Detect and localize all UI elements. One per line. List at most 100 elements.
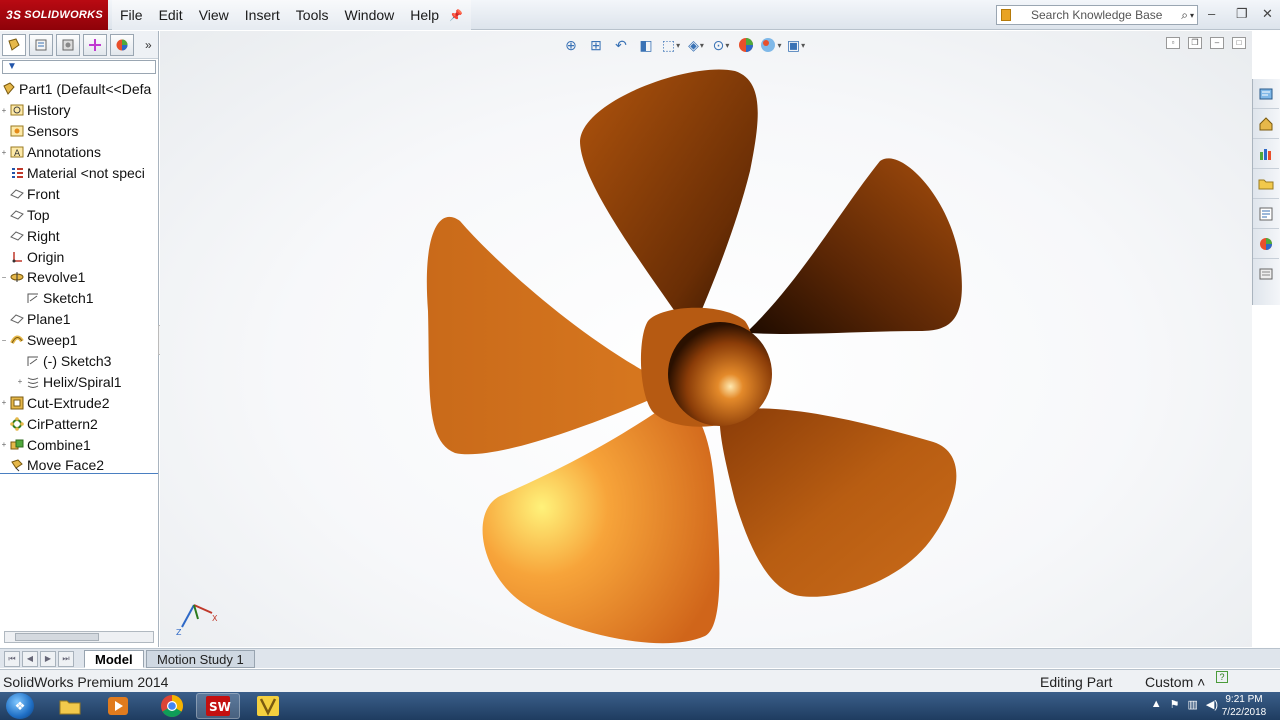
tree-node-sketch1[interactable]: Sketch1 (0, 288, 158, 309)
tree-node-origin[interactable]: Origin (0, 246, 158, 267)
clock-time: 9:21 PM (1225, 694, 1263, 705)
design-library-icon[interactable] (1253, 139, 1279, 169)
tree-node-helix-spiral1[interactable]: + Helix/Spiral1 (0, 371, 158, 392)
chrome-taskbar-icon[interactable] (150, 693, 194, 719)
dimxpert-tab[interactable] (83, 33, 107, 56)
cut-extrude-icon (10, 396, 24, 410)
combine-icon (10, 438, 24, 452)
expand-toggle[interactable]: + (0, 148, 8, 157)
propertymanager-tab[interactable] (29, 33, 53, 56)
display-manager-tab[interactable] (110, 33, 134, 56)
menu-tools[interactable]: Tools (288, 0, 337, 30)
menu-edit[interactable]: Edit (151, 0, 191, 30)
expand-toggle[interactable]: − (0, 273, 8, 282)
unit-system-selector[interactable]: Custom ˄ (1145, 674, 1205, 690)
tree-node-material[interactable]: Material <not speci (0, 163, 158, 184)
pin-icon[interactable]: 📌 (449, 9, 463, 22)
media-player-taskbar-icon[interactable] (96, 693, 140, 719)
solidworks-taskbar-icon[interactable]: SW (196, 693, 240, 719)
file-explorer-icon[interactable] (1253, 169, 1279, 199)
tab-motion-study-1[interactable]: Motion Study 1 (146, 650, 255, 668)
tree-node-label: Right (27, 227, 60, 244)
first-tab-arrow-icon[interactable]: ⏮ (4, 651, 20, 667)
propeller-model[interactable] (160, 31, 1252, 647)
menu-window[interactable]: Window (336, 0, 402, 30)
start-button[interactable]: ❖ (6, 693, 34, 719)
next-tab-arrow-icon[interactable]: ▶ (40, 651, 56, 667)
show-hidden-icons-icon[interactable]: ▲ (1151, 698, 1162, 711)
blade-upper-right[interactable] (748, 158, 962, 334)
action-center-flag-icon[interactable]: ⚑ (1170, 698, 1180, 711)
plane-icon (10, 229, 24, 243)
expand-toggle[interactable]: + (0, 398, 8, 407)
menu-bar: File Edit View Insert Tools Window Help … (112, 0, 471, 30)
solidworks-logo[interactable]: 3S SOLIDWORKS (0, 0, 108, 30)
hub-spinner[interactable] (668, 322, 772, 426)
chevron-down-icon[interactable]: ▾ (1190, 11, 1194, 20)
windows-taskbar: ❖ SW ▲ ⚑ ▥ ◀) 9:21 PM 7/22/2018 (0, 692, 1280, 720)
tree-filter[interactable]: ▼ (2, 60, 156, 74)
expand-toggle[interactable]: + (0, 440, 8, 449)
tree-node-sketch3[interactable]: (-) Sketch3 (0, 351, 158, 372)
last-tab-arrow-icon[interactable]: ⏭ (58, 651, 74, 667)
tree-node-sweep1[interactable]: − Sweep1 (0, 330, 158, 351)
featuremanager-tab[interactable] (2, 33, 26, 56)
close-icon[interactable]: ✕ (1262, 6, 1273, 22)
plane-icon (10, 187, 24, 201)
expand-toggle[interactable]: + (16, 377, 24, 386)
appearances-icon[interactable] (1253, 229, 1279, 259)
network-icon[interactable]: ▥ (1187, 698, 1197, 711)
menu-view[interactable]: View (191, 0, 237, 30)
volume-icon[interactable]: ◀) (1206, 698, 1218, 711)
search-input[interactable]: Search Knowledge Base (1017, 8, 1181, 22)
tree-node-front[interactable]: Front (0, 183, 158, 204)
tree-node-history[interactable]: + History (0, 100, 158, 121)
home-icon[interactable] (1253, 109, 1279, 139)
status-bar: SolidWorks Premium 2014 Editing Part Cus… (0, 669, 1280, 692)
tree-node-sensors[interactable]: Sensors (0, 121, 158, 142)
view-palette-icon[interactable] (1253, 199, 1279, 229)
tree-node-revolve1[interactable]: − Revolve1 (0, 267, 158, 288)
tree-node-label: CirPattern2 (27, 415, 98, 432)
blade-upper[interactable] (580, 69, 758, 333)
tree-node-combine1[interactable]: + Combine1 (0, 434, 158, 455)
tree-node-part1[interactable]: Part1 (Default<<Defa (0, 79, 158, 100)
blade-lower-right[interactable] (719, 408, 957, 597)
menu-help[interactable]: Help (402, 0, 447, 30)
tree-node-right[interactable]: Right (0, 225, 158, 246)
graphics-area[interactable]: ⊕ ⊞ ↶ ◧ ⬚ ◈ ⊙ ▣ ▫ ❐ – □ (160, 31, 1252, 647)
minimize-icon[interactable]: – (1208, 6, 1215, 21)
search-icon[interactable]: ⌕ (1181, 8, 1188, 23)
tab-model[interactable]: Model (84, 650, 144, 668)
tree-node-top[interactable]: Top (0, 204, 158, 225)
custom-properties-icon[interactable] (1253, 259, 1279, 289)
rollback-bar[interactable] (0, 473, 158, 474)
configurationmanager-tab[interactable] (56, 33, 80, 56)
title-menu-bar: 3S SOLIDWORKS File Edit View Insert Tool… (0, 0, 1280, 30)
help-icon[interactable]: ? (1216, 671, 1228, 683)
history-icon (10, 103, 24, 117)
restore-icon[interactable]: ❐ (1236, 6, 1248, 22)
menu-insert[interactable]: Insert (237, 0, 288, 30)
expand-toggle[interactable]: − (0, 336, 8, 345)
tree-node-annotations[interactable]: + A Annotations (0, 142, 158, 163)
prev-tab-arrow-icon[interactable]: ◀ (22, 651, 38, 667)
scrollbar-thumb[interactable] (15, 633, 99, 641)
solidworks-resources-icon[interactable] (1253, 79, 1279, 109)
tree-node-label: Front (27, 185, 60, 202)
system-clock[interactable]: 9:21 PM 7/22/2018 (1218, 693, 1270, 719)
featuremanager-icon (8, 37, 20, 51)
configurationmanager-icon (62, 39, 74, 50)
chevron-right-icon[interactable]: » (145, 38, 152, 52)
menu-file[interactable]: File (112, 0, 151, 30)
search-knowledge-base[interactable]: Search Knowledge Base ⌕ ▾ (996, 5, 1198, 25)
file-explorer-taskbar-icon[interactable] (48, 693, 92, 719)
tree-node-label: Combine1 (27, 436, 91, 453)
tree-node-cut-extrude2[interactable]: + Cut-Extrude2 (0, 392, 158, 413)
tree-node-plane1[interactable]: Plane1 (0, 309, 158, 330)
horizontal-scrollbar[interactable] (4, 631, 154, 643)
tree-node-label: Helix/Spiral1 (43, 373, 122, 390)
tree-node-cirpattern2[interactable]: CirPattern2 (0, 413, 158, 434)
expand-toggle[interactable]: + (0, 106, 8, 115)
vectorworks-taskbar-icon[interactable] (246, 693, 290, 719)
